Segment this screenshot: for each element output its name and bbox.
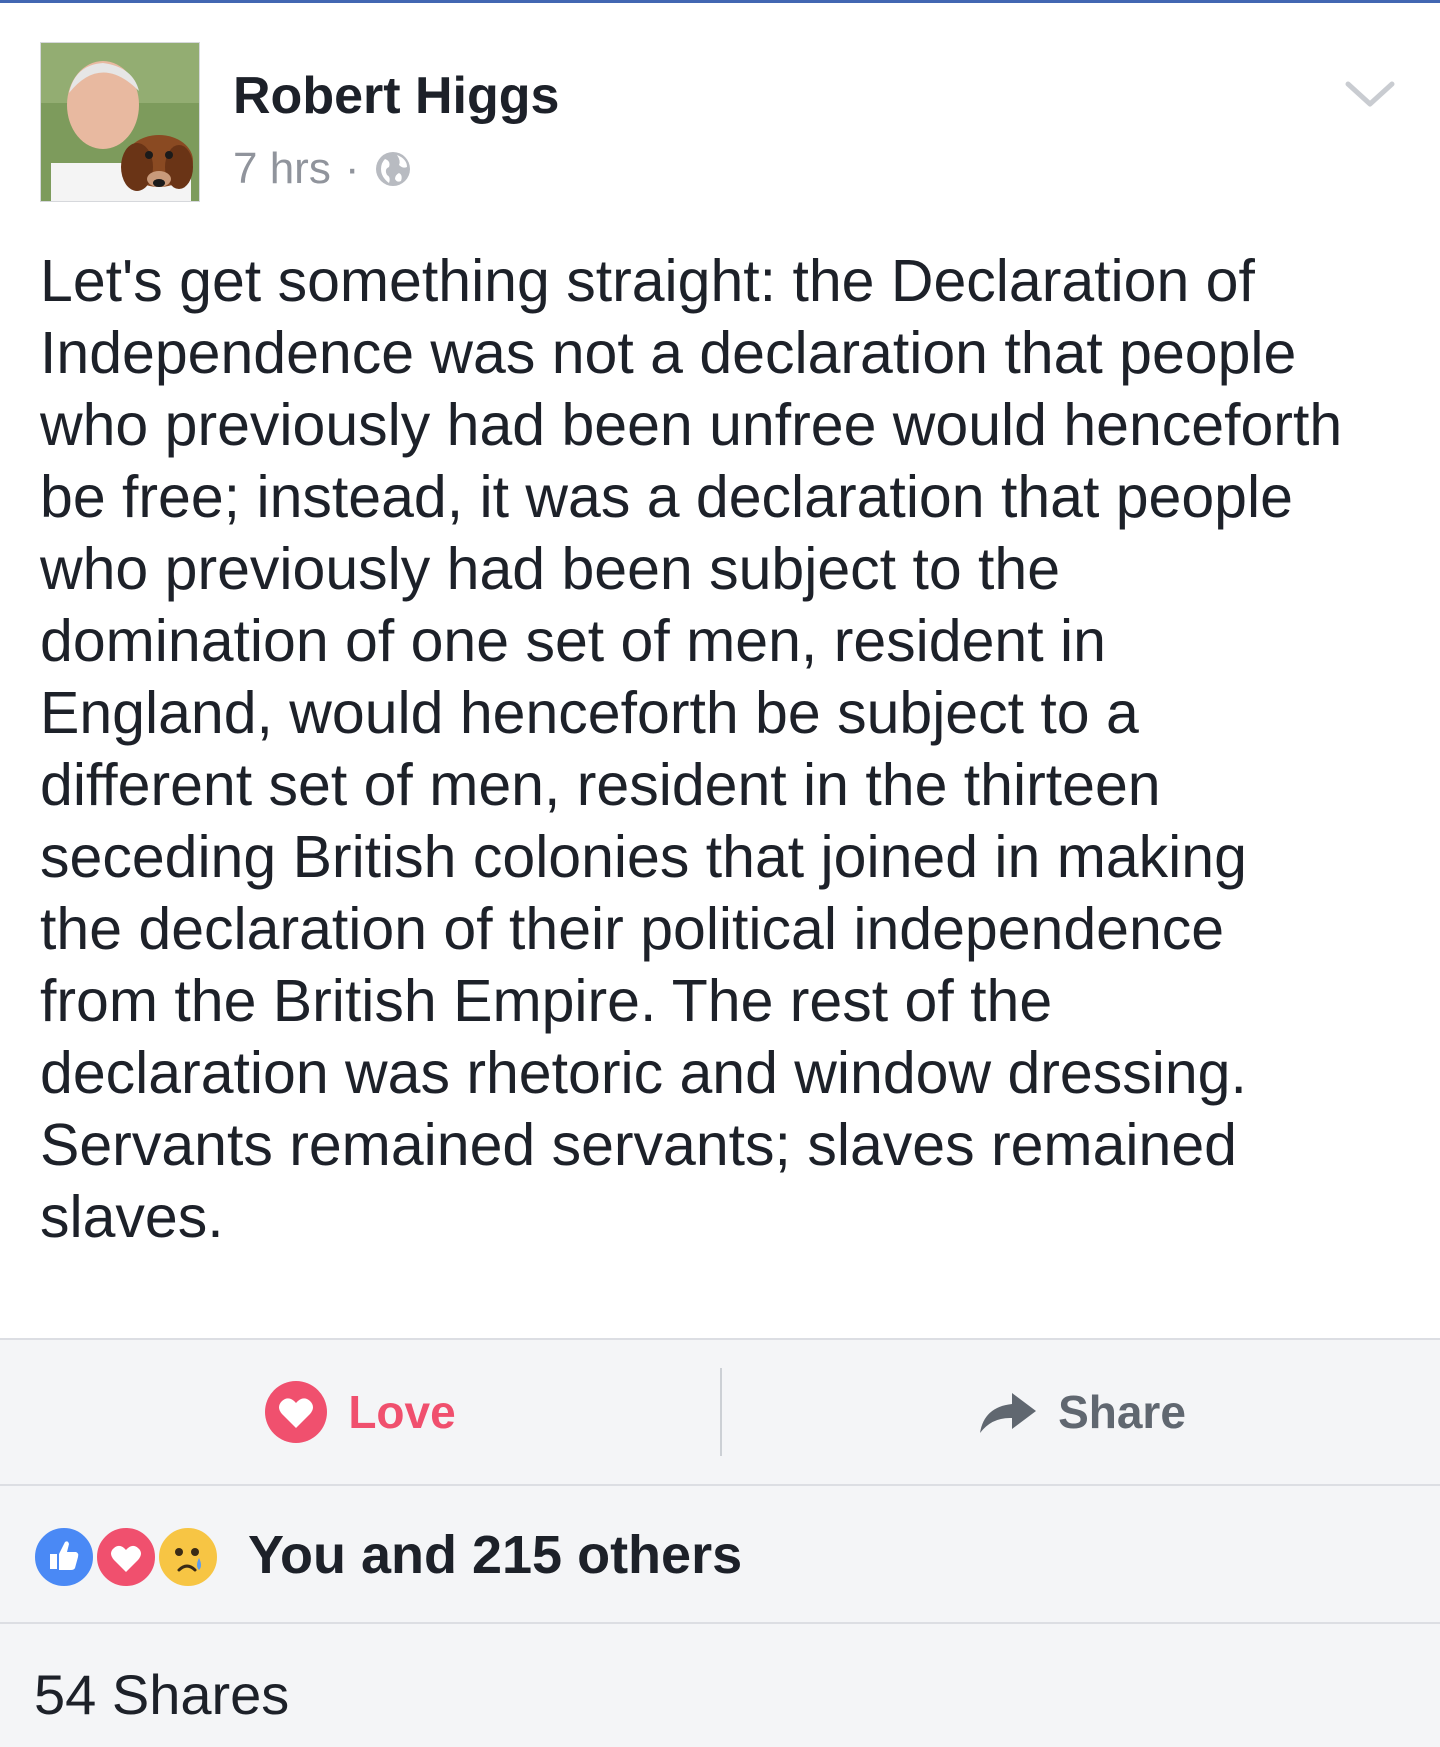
meta-separator: · xyxy=(344,144,360,193)
love-reaction-icon xyxy=(94,1525,158,1589)
chevron-down-icon[interactable] xyxy=(1340,72,1400,116)
love-button[interactable]: Love xyxy=(0,1340,720,1484)
author-name[interactable]: Robert Higgs xyxy=(233,66,559,126)
post-header: Robert Higgs 7 hrs · xyxy=(40,42,1400,204)
top-border xyxy=(0,0,1440,3)
like-icon xyxy=(32,1525,96,1589)
author-avatar[interactable] xyxy=(40,42,200,202)
post-body-text: Let's get something straight: the Declar… xyxy=(40,248,1343,1250)
post-timestamp[interactable]: 7 hrs xyxy=(233,144,331,194)
post-action-bar: Love Share xyxy=(0,1338,1440,1486)
globe-icon xyxy=(373,149,413,189)
share-button[interactable]: Share xyxy=(722,1340,1440,1484)
reactions-summary[interactable]: You and 215 others xyxy=(0,1486,1440,1624)
share-arrow-icon xyxy=(980,1393,1037,1433)
love-label: Love xyxy=(348,1386,456,1438)
sad-icon xyxy=(156,1525,220,1589)
heart-icon xyxy=(265,1381,328,1443)
reactions-count-text[interactable]: You and 215 others xyxy=(248,1524,742,1586)
shares-summary: 54 Shares xyxy=(0,1624,1440,1747)
reaction-icons xyxy=(32,1525,232,1589)
share-label: Share xyxy=(1058,1386,1186,1438)
shares-count-text[interactable]: 54 Shares xyxy=(34,1662,289,1727)
post-meta: 7 hrs · xyxy=(233,144,413,194)
avatar-photo xyxy=(41,43,199,201)
